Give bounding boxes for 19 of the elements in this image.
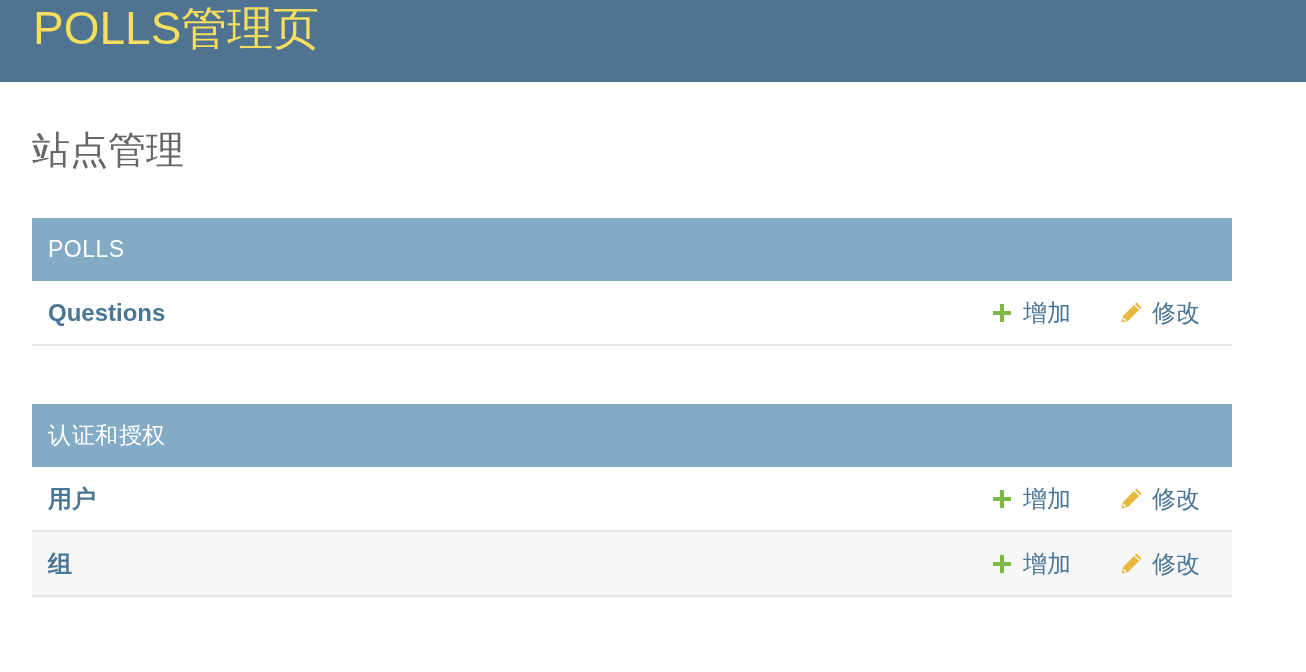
model-link[interactable]: 组 (48, 547, 72, 580)
add-link[interactable]: 增加 (993, 482, 1071, 515)
plus-icon (993, 303, 1011, 322)
plus-icon (993, 554, 1011, 573)
model-link[interactable]: Questions (48, 298, 166, 327)
edit-link[interactable]: 修改 (1120, 482, 1200, 515)
module-header[interactable]: POLLS (32, 218, 1232, 281)
site-title: POLLS管理页 (33, 1, 320, 56)
plus-icon (993, 489, 1011, 508)
page-title: 站点管理 (32, 128, 184, 173)
pencil-icon (1120, 301, 1143, 324)
model-link[interactable]: 用户 (48, 482, 96, 515)
edit-link[interactable]: 修改 (1120, 296, 1200, 329)
pencil-icon (1120, 552, 1143, 575)
module-header[interactable]: 认证和授权 (32, 404, 1232, 467)
pencil-icon (1120, 487, 1143, 510)
add-link[interactable]: 增加 (993, 547, 1071, 580)
add-link[interactable]: 增加 (993, 296, 1071, 329)
edit-link[interactable]: 修改 (1120, 547, 1200, 580)
